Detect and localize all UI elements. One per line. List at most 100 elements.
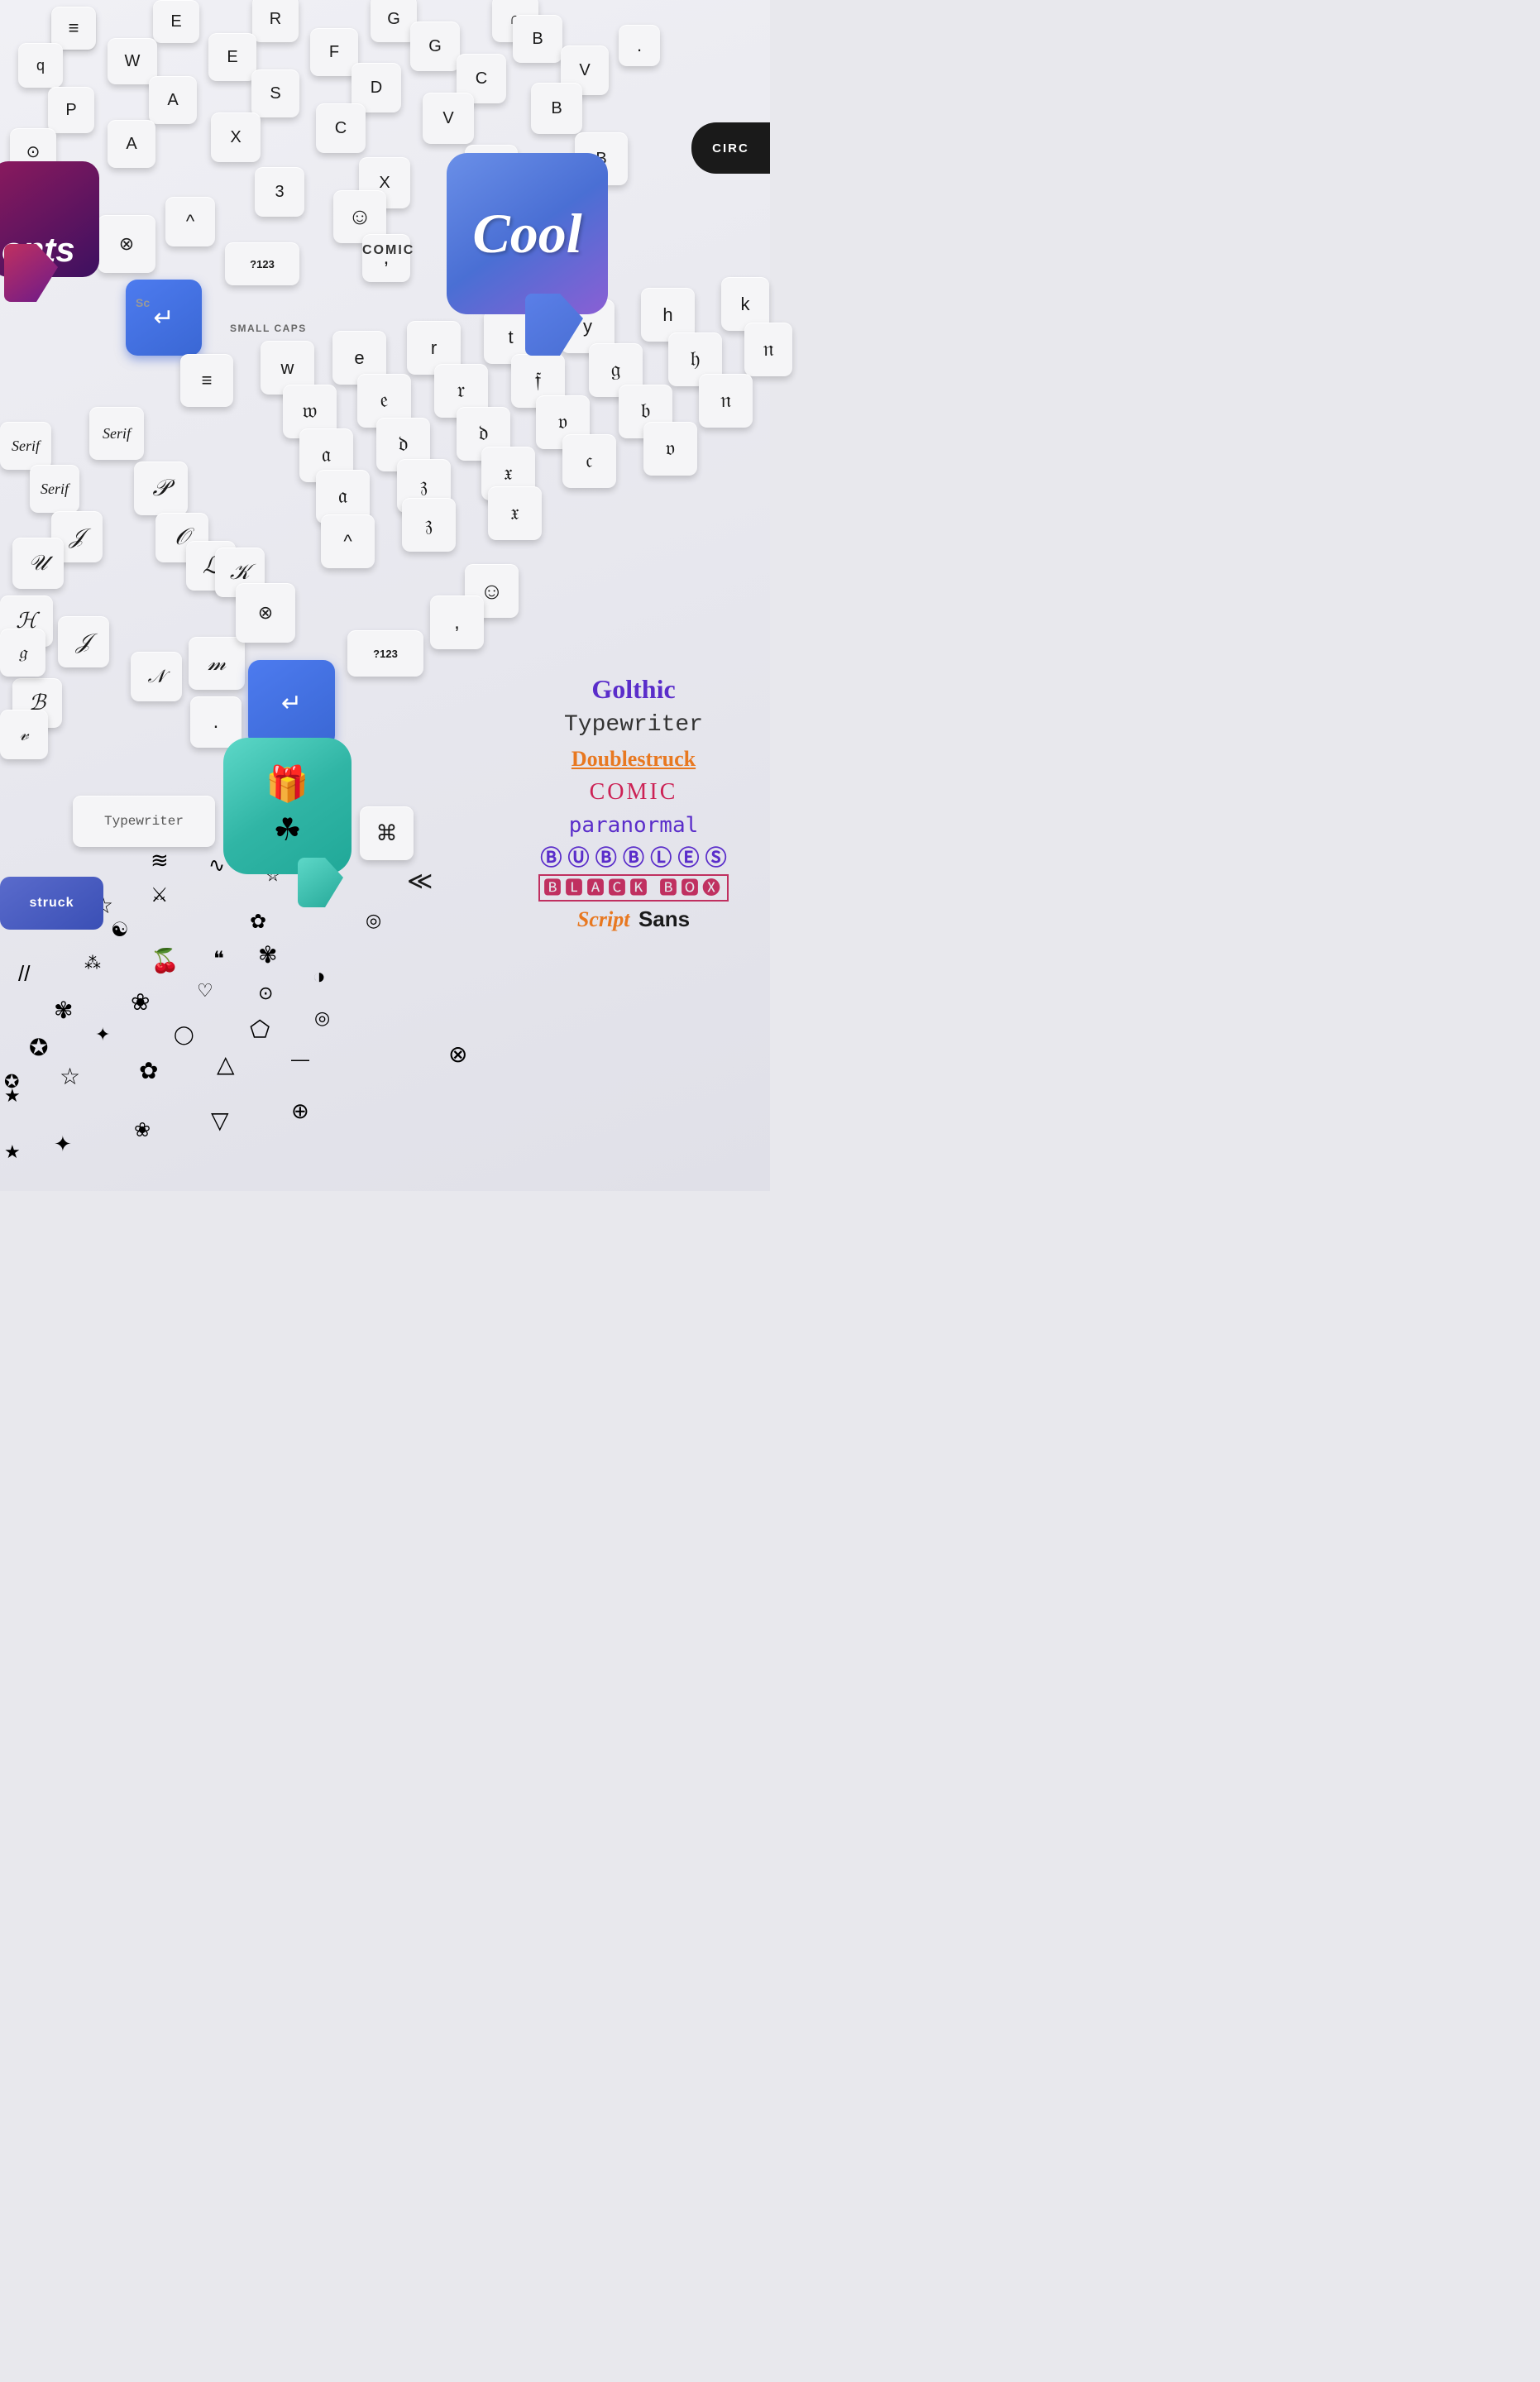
symbol-arrow[interactable]: ≪ <box>407 867 433 896</box>
key-bl-z2[interactable]: 𝔷 <box>402 498 456 552</box>
key-period[interactable]: . <box>190 696 242 748</box>
key-p[interactable]: P <box>48 87 94 133</box>
key-serif3[interactable]: Serif <box>30 465 79 513</box>
font-item-comic[interactable]: COMIC <box>514 778 753 806</box>
key-b2[interactable]: B <box>531 83 582 134</box>
sym-wavy1[interactable]: ≋ <box>151 848 169 873</box>
font-item-paranormal[interactable]: paranormal <box>514 813 753 839</box>
key-cmd[interactable]: ⌘ <box>360 806 414 860</box>
key-dot-top[interactable]: . <box>619 25 660 66</box>
key-delete[interactable]: ⊗ <box>98 215 155 273</box>
comic-panel-label: COMIC <box>590 779 678 805</box>
sym-ring[interactable]: ◯ <box>174 1024 194 1045</box>
key-comma[interactable]: , <box>362 234 410 282</box>
key-bl-n[interactable]: 𝔫 <box>744 323 792 376</box>
key-script-n[interactable]: 𝒩 <box>131 652 182 701</box>
key-comma2[interactable]: , <box>430 596 484 649</box>
app-icon[interactable]: 🎁 ☘ <box>223 738 352 874</box>
sym-circle-rings[interactable]: ◎ <box>366 910 381 931</box>
sym-cherry[interactable]: 🍒 <box>151 947 179 974</box>
key-b[interactable]: B <box>513 15 562 63</box>
sym-circle-star[interactable]: ✪ <box>29 1034 48 1061</box>
key-123[interactable]: ?123 <box>225 242 299 285</box>
sym-dash[interactable]: — <box>291 1049 309 1070</box>
sym-star3[interactable]: ☆ <box>60 1063 80 1090</box>
key-enter[interactable]: ↵ <box>126 280 202 356</box>
sym-fork[interactable]: ⚔ <box>151 883 169 907</box>
font-item-script-sans[interactable]: Script Sans <box>514 906 753 932</box>
circ-badge: CIRC <box>691 122 770 174</box>
sym-target[interactable]: ◎ <box>314 1007 330 1029</box>
sym-yin[interactable]: ☯ <box>111 918 129 942</box>
key-delete2[interactable]: ⊗ <box>236 583 295 643</box>
sym-asterism[interactable]: ⁂ <box>84 953 101 973</box>
key-c2[interactable]: C <box>316 103 366 153</box>
app-icon-inner: 🎁 ☘ <box>265 764 308 849</box>
sym-ring2[interactable]: ⊕ <box>291 1098 309 1124</box>
key-num3[interactable]: 3 <box>255 167 304 217</box>
key-bl-c2[interactable]: 𝔠 <box>562 434 616 488</box>
script-label: Script <box>577 907 630 931</box>
key-s[interactable]: S <box>251 69 299 117</box>
sym-four-flowers[interactable]: ✾ <box>54 997 73 1024</box>
key-serif1[interactable]: Serif <box>0 422 51 470</box>
gothic-label: Golthic <box>591 674 675 704</box>
sym-x-del[interactable]: ⊗ <box>448 1040 467 1068</box>
sym-slash2[interactable]: // <box>18 961 30 987</box>
sym-star2[interactable]: ✦ <box>95 1024 110 1045</box>
key-caret[interactable]: ^ <box>165 197 215 246</box>
key-v2[interactable]: V <box>423 93 474 144</box>
sym-dot-circle[interactable]: ⊙ <box>258 983 273 1004</box>
key-script-g[interactable]: 𝔤 <box>0 629 45 677</box>
key-a[interactable]: A <box>149 76 197 124</box>
sym-star5[interactable]: ★ <box>4 1085 21 1107</box>
key-bl-x3[interactable]: 𝔵 <box>488 486 542 540</box>
key-q[interactable]: q <box>18 43 63 88</box>
key-bl-b2[interactable]: 𝔫 <box>699 374 753 428</box>
key-menu[interactable]: ≡ <box>180 354 233 407</box>
key-e-top[interactable]: E <box>153 0 199 43</box>
key-serif2[interactable]: Serif <box>89 407 144 460</box>
sc-label: Sc <box>136 296 150 309</box>
sym-pentagon[interactable]: ⬠ <box>250 1016 270 1043</box>
sym-triangle-up[interactable]: △ <box>217 1050 235 1078</box>
font-item-typewriter[interactable]: Typewriter <box>514 711 753 739</box>
sym-half-circle[interactable]: ◑ <box>313 964 326 989</box>
font-panel: Golthic Typewriter Doublestruck COMIC pa… <box>497 660 770 945</box>
sym-flowers[interactable]: ✾ <box>258 941 277 969</box>
key-enter2[interactable]: ↵ <box>248 660 335 747</box>
sym-flower[interactable]: ✿ <box>250 910 266 934</box>
key-script-v[interactable]: 𝓋 <box>0 710 48 759</box>
key-script-j2[interactable]: 𝒥 <box>58 616 109 667</box>
key-r2[interactable]: E <box>208 33 256 81</box>
key-w[interactable]: W <box>108 38 157 84</box>
sym-star6[interactable]: ✦ <box>54 1131 72 1157</box>
sym-triangle-dn[interactable]: ▽ <box>211 1107 229 1134</box>
sym-clover2[interactable]: ❀ <box>134 1118 151 1142</box>
font-item-blackbox[interactable]: 🅱🅻🅰🅲🅺 🅱🅾🅧 <box>514 878 753 899</box>
font-item-bubbles[interactable]: Ⓑ Ⓤ Ⓑ Ⓑ Ⓛ Ⓔ Ⓢ <box>514 845 753 871</box>
sym-clover-sym[interactable]: ✿ <box>139 1057 158 1084</box>
font-item-gothic[interactable]: Golthic <box>514 673 753 705</box>
sym-star7[interactable]: ★ <box>4 1141 21 1163</box>
blackbox-label: 🅱🅻🅰🅲🅺 🅱🅾🅧 <box>538 874 729 902</box>
sym-comma-quote[interactable]: ❝ <box>213 947 224 971</box>
sym-heart[interactable]: ♡ <box>197 980 213 1002</box>
key-caret2[interactable]: ^ <box>321 514 375 568</box>
key-g2[interactable]: G <box>410 22 460 71</box>
font-item-doublestruck[interactable]: Doublestruck <box>514 746 753 772</box>
key-script-p[interactable]: 𝒫 <box>134 462 188 515</box>
sans-label: Sans <box>638 906 690 931</box>
key-bl-v2[interactable]: 𝔳 <box>643 422 697 476</box>
small-caps-label: SMALL CAPS <box>230 323 307 334</box>
key-script-m[interactable]: 𝓂 <box>189 637 245 690</box>
key-r-top[interactable]: R <box>252 0 299 42</box>
key-a2[interactable]: A <box>108 120 155 168</box>
key-123-2[interactable]: ?123 <box>347 630 423 677</box>
keyboard-app-scene: onts ≡ E R G ∩ q W E F G B . P A S D C V… <box>0 0 770 1191</box>
sym-flower2[interactable]: ❀ <box>131 988 150 1016</box>
key-x[interactable]: X <box>211 112 261 162</box>
key-script-u[interactable]: 𝒰 <box>12 538 64 589</box>
key-typewriter[interactable]: Typewriter <box>73 796 215 847</box>
sym-wavy2[interactable]: ∿ <box>208 854 225 878</box>
